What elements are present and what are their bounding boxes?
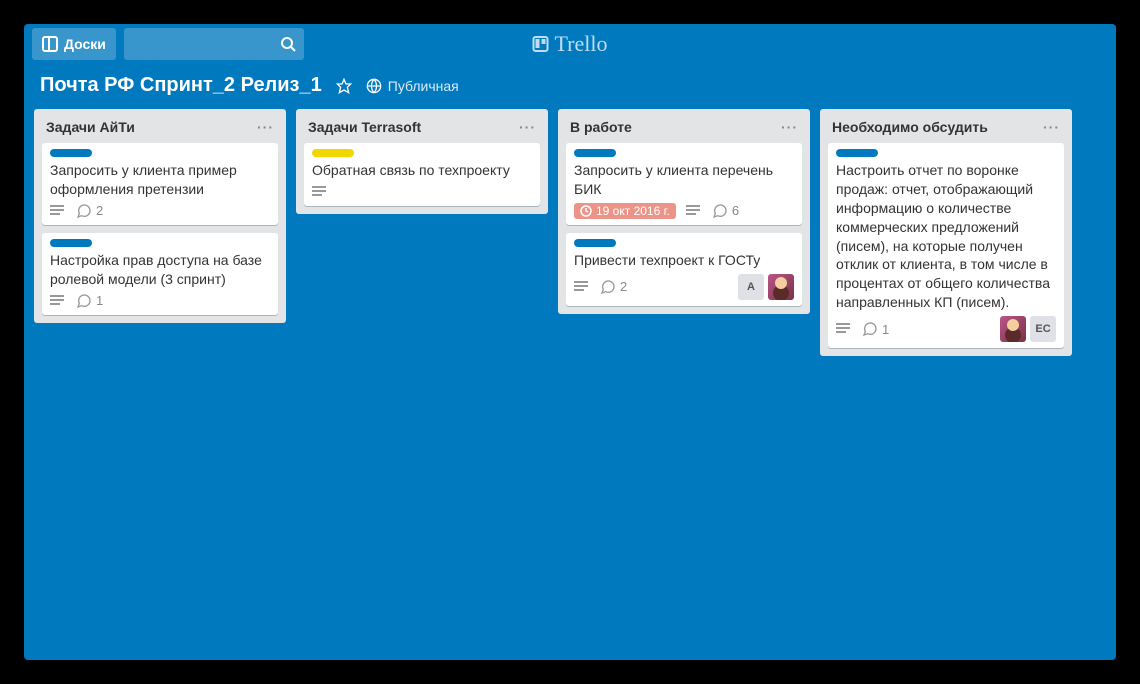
board-name[interactable]: Почта РФ Спринт_2 Релиз_1 bbox=[40, 74, 322, 97]
boards-button[interactable]: Доски bbox=[32, 28, 116, 60]
card-badges: 2А bbox=[574, 274, 794, 300]
list-name[interactable]: Задачи АйТи bbox=[46, 119, 135, 135]
card-members: А bbox=[738, 274, 794, 300]
card-badges bbox=[312, 184, 532, 200]
card[interactable]: Обратная связь по техпроекту bbox=[304, 143, 540, 206]
list-menu-button[interactable]: ··· bbox=[781, 119, 798, 135]
list-menu-button[interactable]: ··· bbox=[1043, 119, 1060, 135]
search-input[interactable] bbox=[124, 28, 304, 60]
comments-count: 1 bbox=[96, 293, 103, 308]
label bbox=[312, 149, 354, 157]
card-labels bbox=[574, 239, 794, 247]
card-labels bbox=[836, 149, 1056, 157]
logo-icon bbox=[533, 36, 549, 52]
label bbox=[836, 149, 878, 157]
card[interactable]: Настройка прав доступа на базе ролевой м… bbox=[42, 233, 278, 315]
list: В работе ··· Запросить у клиента перечень … bbox=[558, 109, 810, 314]
description-icon bbox=[50, 203, 66, 219]
card-title: Запросить у клиента перечень БИК bbox=[574, 161, 794, 199]
list-menu-button[interactable]: ··· bbox=[257, 119, 274, 135]
comments-badge: 1 bbox=[76, 293, 103, 309]
member-avatar[interactable] bbox=[1000, 316, 1026, 342]
list-header: В работе ··· bbox=[566, 117, 802, 143]
card-labels bbox=[50, 149, 270, 157]
list: Необходимо обсудить ··· Настроить отчет по… bbox=[820, 109, 1072, 356]
card-badges: 19 окт 2016 г. 6 bbox=[574, 203, 794, 219]
description-icon bbox=[312, 184, 328, 200]
card[interactable]: Привести техпроект к ГОСТу2А bbox=[566, 233, 802, 306]
list-header: Необходимо обсудить ··· bbox=[828, 117, 1064, 143]
card-title: Настройка прав доступа на базе ролевой м… bbox=[50, 251, 270, 289]
description-icon bbox=[50, 293, 66, 309]
comments-count: 1 bbox=[882, 322, 889, 337]
list: Задачи АйТи ··· Запросить у клиента пример… bbox=[34, 109, 286, 323]
card[interactable]: Настроить отчет по воронке продаж: отчет… bbox=[828, 143, 1064, 348]
comments-count: 2 bbox=[620, 279, 627, 294]
logo-text: Trello bbox=[555, 31, 608, 57]
comments-count: 2 bbox=[96, 203, 103, 218]
boards-button-label: Доски bbox=[64, 36, 106, 52]
label bbox=[50, 149, 92, 157]
logo[interactable]: Trello bbox=[533, 31, 608, 57]
due-date-badge: 19 окт 2016 г. bbox=[574, 203, 676, 219]
member-initials[interactable]: ЕС bbox=[1030, 316, 1056, 342]
member-initials[interactable]: А bbox=[738, 274, 764, 300]
due-date-text: 19 окт 2016 г. bbox=[596, 204, 670, 218]
list-name[interactable]: В работе bbox=[570, 119, 632, 135]
board-header: Почта РФ Спринт_2 Релиз_1 Публичная bbox=[24, 64, 1116, 109]
comments-badge: 2 bbox=[76, 203, 103, 219]
list-name[interactable]: Задачи Terrasoft bbox=[308, 119, 421, 135]
list-header: Задачи Terrasoft ··· bbox=[304, 117, 540, 143]
label bbox=[574, 239, 616, 247]
card[interactable]: Запросить у клиента пример оформления пр… bbox=[42, 143, 278, 225]
card-title: Запросить у клиента пример оформления пр… bbox=[50, 161, 270, 199]
boards-icon bbox=[42, 36, 58, 52]
app-frame: Доски Trello Почта РФ Спринт_2 Релиз_1 П… bbox=[24, 24, 1116, 660]
comments-badge: 1 bbox=[862, 321, 889, 337]
visibility-label: Публичная bbox=[388, 78, 459, 94]
list-name[interactable]: Необходимо обсудить bbox=[832, 119, 988, 135]
card-badges: 1 ЕС bbox=[836, 316, 1056, 342]
member-avatar[interactable] bbox=[768, 274, 794, 300]
list: Задачи Terrasoft ··· Обратная связь по тех… bbox=[296, 109, 548, 214]
visibility-button[interactable]: Публичная bbox=[366, 78, 459, 94]
card[interactable]: Запросить у клиента перечень БИК 19 окт 2… bbox=[566, 143, 802, 225]
comments-badge: 6 bbox=[712, 203, 739, 219]
card-badges: 2 bbox=[50, 203, 270, 219]
card-badges: 1 bbox=[50, 293, 270, 309]
description-icon bbox=[836, 321, 852, 337]
card-title: Обратная связь по техпроекту bbox=[312, 161, 532, 180]
search-box[interactable] bbox=[124, 28, 304, 60]
globe-icon bbox=[366, 78, 382, 94]
card-labels bbox=[50, 239, 270, 247]
topbar: Доски Trello bbox=[24, 24, 1116, 64]
card-members: ЕС bbox=[1000, 316, 1056, 342]
card-labels bbox=[574, 149, 794, 157]
star-button[interactable] bbox=[336, 78, 352, 94]
search-icon bbox=[280, 36, 296, 52]
description-icon bbox=[686, 203, 702, 219]
list-menu-button[interactable]: ··· bbox=[519, 119, 536, 135]
comments-count: 6 bbox=[732, 203, 739, 218]
star-icon bbox=[336, 78, 352, 94]
comments-badge: 2 bbox=[600, 279, 627, 295]
board-canvas: Задачи АйТи ··· Запросить у клиента пример… bbox=[24, 109, 1116, 366]
card-title: Привести техпроект к ГОСТу bbox=[574, 251, 794, 270]
card-labels bbox=[312, 149, 532, 157]
card-title: Настроить отчет по воронке продаж: отчет… bbox=[836, 161, 1056, 312]
list-header: Задачи АйТи ··· bbox=[42, 117, 278, 143]
label bbox=[50, 239, 92, 247]
description-icon bbox=[574, 279, 590, 295]
label bbox=[574, 149, 616, 157]
